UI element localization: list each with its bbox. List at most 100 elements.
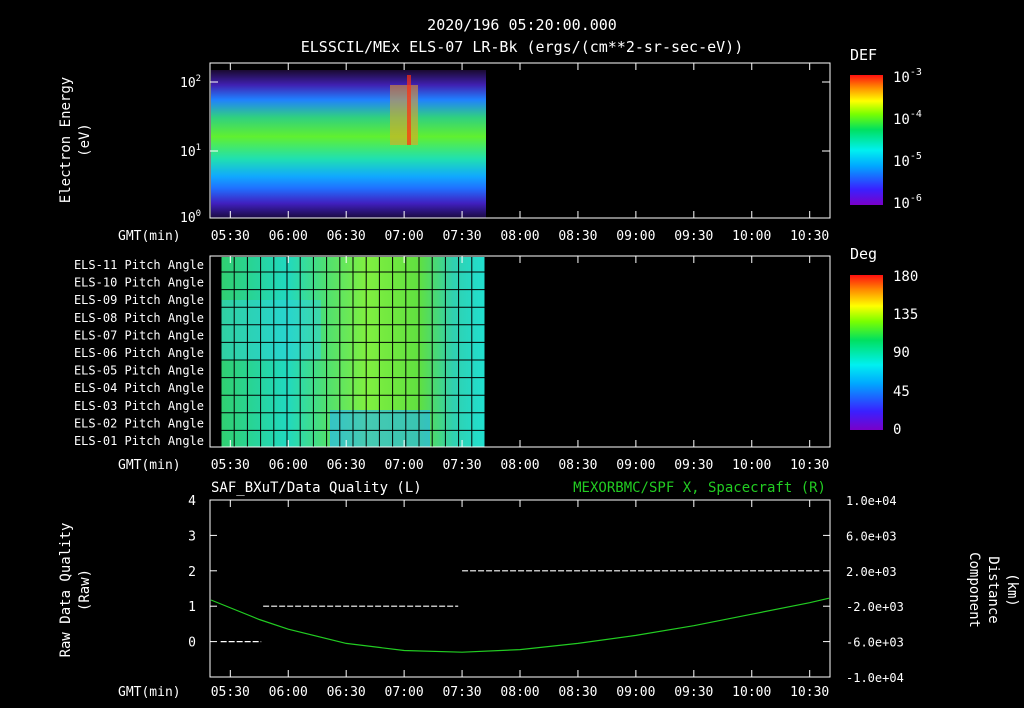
x-tick-label: 06:30 [327,685,366,700]
deg-colorbar-tick-45: 45 [893,384,910,400]
x-tick-label: 08:30 [558,229,597,244]
x-tick-label: 08:30 [558,458,597,473]
spectrogram-vline [407,75,411,145]
def-colorbar-title: DEF [850,46,877,64]
x-tick-label: 05:30 [211,685,250,700]
pitch-angle-row-label: ELS-08 Pitch Angle [74,311,204,325]
quality-ylabel-2: (Raw) [77,569,93,611]
pitch-angle-row-label: ELS-07 Pitch Angle [74,328,204,342]
pitch-angle-row-labels: ELS-11 Pitch Angle ELS-10 Pitch Angle ELS-… [74,258,204,448]
def-colorbar-tick-3: 10-6 [893,193,922,212]
x-tick-label: 09:00 [616,685,655,700]
y2-tick-label: 2.0e+03 [846,565,897,579]
quality-y2label-2: Distance [985,556,1001,623]
def-colorbar-tick-0: 10-3 [893,67,922,86]
deg-colorbar-tick-135: 135 [893,307,918,323]
x-tick-label: 06:30 [327,229,366,244]
x-tick-label: 08:30 [558,685,597,700]
quality-xlabel: GMT(min) [118,685,181,700]
quality-left-title: SAF_BXuT/Data Quality (L) [211,480,422,496]
quality-y2-ticks: 1.0e+04 6.0e+03 2.0e+03 -2.0e+03 -6.0e+03 -1.… [823,494,904,685]
x-tick-label: 06:00 [269,685,308,700]
quality-x-ticks: 05:30 06:00 06:30 07:00 07:30 08:00 08:30 09:00… [211,500,829,700]
quality-panel: SAF_BXuT/Data Quality (L) MEXORBMC/SPF X… [58,480,1020,700]
quality-y2label-1: Component [966,552,982,628]
y-tick-label: 4 [188,494,196,509]
figure: 2020/196 05:20:00.000 ELSSCIL/MEx ELS-07… [58,16,1020,700]
x-tick-label: 05:30 [211,229,250,244]
spectrogram-data [211,70,486,218]
y-tick-label: 3 [188,529,196,544]
header-product: ELSSCIL/MEx ELS-07 LR-Bk (ergs/(cm**2-sr… [301,38,744,56]
deg-colorbar [850,275,883,430]
x-tick-label: 06:00 [269,458,308,473]
deg-colorbar-tick-90: 90 [893,345,910,361]
x-tick-label: 10:30 [790,685,829,700]
pitch-angle-xlabel: GMT(min) [118,458,181,473]
quality-ylabel-1: Raw Data Quality [58,523,74,658]
def-colorbar-tick-2: 10-5 [893,151,922,170]
quality-y-ticks: 4 3 2 1 0 [188,494,217,651]
x-tick-label: 07:00 [385,685,424,700]
pitch-angle-row-label: ELS-06 Pitch Angle [74,346,204,360]
deg-colorbar-tick-0: 0 [893,422,901,438]
pitch-angle-row-label: ELS-03 Pitch Angle [74,399,204,413]
pitch-angle-row-label: ELS-02 Pitch Angle [74,416,204,430]
y2-tick-label: 1.0e+04 [846,494,897,508]
x-tick-label: 09:00 [616,229,655,244]
pitch-angle-row-label: ELS-01 Pitch Angle [74,434,204,448]
x-tick-label: 08:00 [500,685,539,700]
quality-y2label-3: (km) [1004,573,1020,607]
x-tick-label: 09:30 [674,685,713,700]
deg-colorbar-title: Deg [850,245,877,263]
pitch-angle-low-band [330,410,430,447]
def-colorbar-tick-1: 10-4 [893,109,922,128]
x-tick-label: 10:00 [732,229,771,244]
y2-tick-label: 6.0e+03 [846,529,897,543]
y-tick-label: 0 [188,636,196,651]
quality-frame [209,499,831,678]
pitch-angle-row-label: ELS-10 Pitch Angle [74,276,204,290]
spectrogram-ytick-2: 102 [180,74,201,91]
pitch-angle-row-label: ELS-11 Pitch Angle [74,258,204,272]
pitch-angle-row-label: ELS-09 Pitch Angle [74,293,204,307]
y2-tick-label: -2.0e+03 [846,600,904,614]
pitch-angle-row-label: ELS-04 Pitch Angle [74,381,204,395]
x-tick-label: 10:00 [732,685,771,700]
x-tick-label: 08:00 [500,229,539,244]
quality-right-title: MEXORBMC/SPF X, Spacecraft (R) [573,480,826,496]
pitch-angle-row-label: ELS-05 Pitch Angle [74,364,204,378]
y-tick-label: 2 [188,565,196,580]
def-colorbar [850,75,883,205]
header-datetime: 2020/196 05:20:00.000 [427,16,617,34]
x-tick-label: 09:30 [674,458,713,473]
pitch-angle-panel: ELS-11 Pitch Angle ELS-10 Pitch Angle ELS-… [74,245,918,473]
x-tick-label: 09:30 [674,229,713,244]
spectrogram-hotspot [390,85,418,145]
y2-tick-label: -1.0e+04 [846,671,904,685]
spectrogram-panel: 05:30 06:00 06:30 07:00 07:30 08:00 08:30 09:00… [58,46,922,244]
x-tick-label: 09:00 [616,458,655,473]
x-tick-label: 05:30 [211,458,250,473]
x-tick-label: 07:30 [442,229,481,244]
y-tick-label: 1 [188,600,196,615]
x-tick-label: 06:30 [327,458,366,473]
x-tick-label: 10:00 [732,458,771,473]
x-tick-label: 06:00 [269,229,308,244]
x-tick-label: 07:00 [385,458,424,473]
x-tick-label: 08:00 [500,458,539,473]
spectrogram-ytick-1: 101 [180,143,201,160]
y2-tick-label: -6.0e+03 [846,636,904,650]
spectrogram-ylabel-1: Electron Energy [58,77,74,203]
spectrogram-ylabel-2: (eV) [77,123,93,157]
spectrogram-ytick-0: 100 [180,209,201,226]
x-tick-label: 07:30 [442,458,481,473]
pitch-angle-left-band [221,300,321,360]
quality-series [210,570,830,653]
spectrogram-xlabel: GMT(min) [118,229,181,244]
x-tick-label: 07:30 [442,685,481,700]
x-tick-label: 07:00 [385,229,424,244]
deg-colorbar-tick-180: 180 [893,269,918,285]
x-tick-label: 10:30 [790,229,829,244]
pitch-angle-grid [220,257,486,449]
